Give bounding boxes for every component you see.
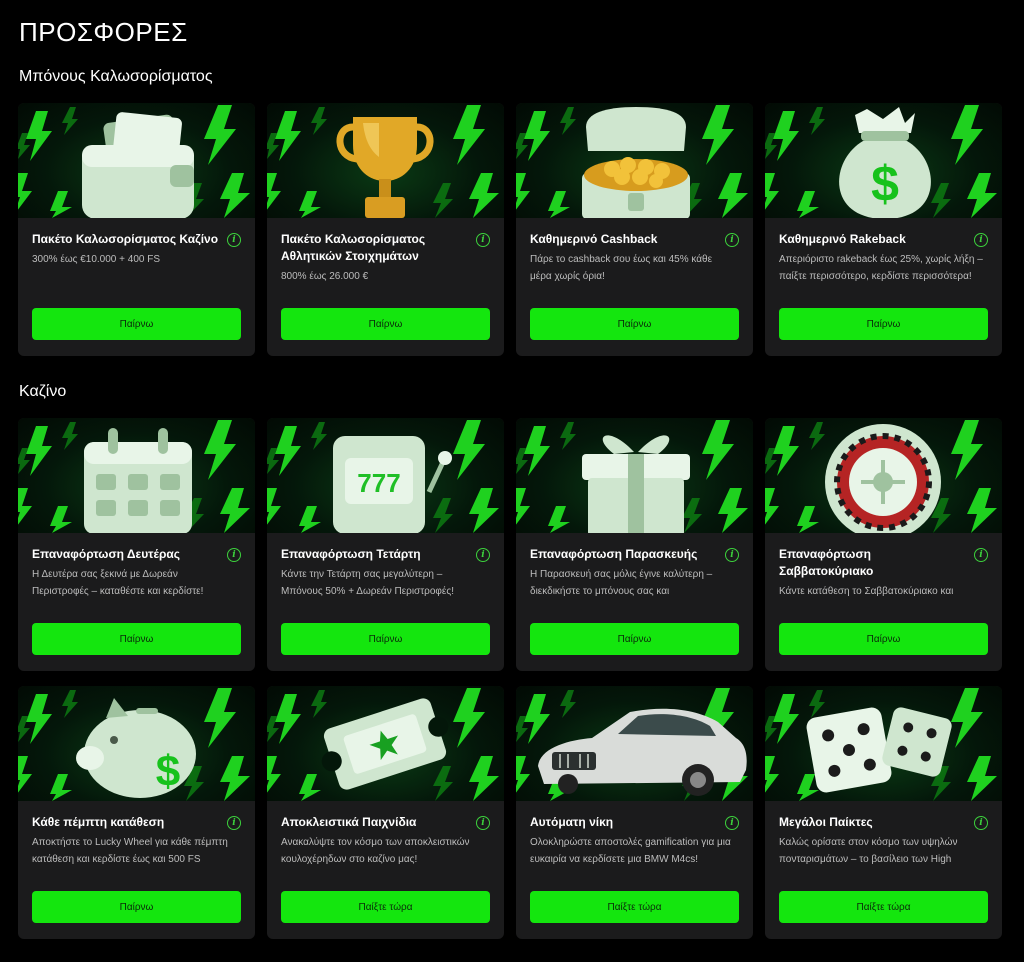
claim-button[interactable]: Παίρνω (530, 308, 739, 340)
section-title-casino: Καζίνο (19, 383, 67, 400)
card-description: Αποκτήστε το Lucky Wheel για κάθε πέμπτη… (32, 837, 228, 865)
promo-card-ticket: Αποκλειστικά Παιχνίδια i Ανακαλύψτε τον κό… (267, 686, 504, 939)
card-title: Αποκλειστικά Παιχνίδια (281, 815, 417, 829)
promo-card-gift: Επαναφόρτωση Παρασκευής i Η Παρασκευή σας … (516, 418, 753, 671)
promo-card-car: Αυτόματη νίκη i Ολοκληρώστε αποστολές gami… (516, 686, 753, 939)
promo-card-calendar: Επαναφόρτωση Δευτέρας i Η Δευτέρα σας ξεκι… (18, 418, 255, 671)
claim-button[interactable]: Παίρνω (779, 623, 988, 655)
info-icon[interactable]: i (725, 548, 739, 562)
card-description: Η Δευτέρα σας ξεκινά με Δωρεάν Περιστροφ… (32, 569, 204, 597)
claim-button[interactable]: Παίξτε τώρα (281, 891, 490, 923)
roulette-icon (825, 424, 941, 533)
treasure-chest-icon (582, 107, 690, 218)
info-icon[interactable]: i (725, 233, 739, 247)
claim-button[interactable]: Παίξτε τώρα (530, 891, 739, 923)
dice-icon (806, 707, 952, 793)
card-description: Η Παρασκευή σας μόλις έγινε καλύτερη – δ… (530, 569, 713, 597)
claim-button[interactable]: Παίρνω (281, 308, 490, 340)
svg-text:777: 777 (357, 468, 400, 498)
car-banner (516, 686, 753, 801)
card-title: Καθημερινό Rakeback (779, 232, 906, 246)
money-bag-icon: $ (839, 107, 931, 218)
card-description: Κάντε την Τετάρτη σας μεγαλύτερη – Μπόνο… (281, 569, 454, 597)
trophy-icon (336, 117, 434, 218)
card-description: Ανακαλύψτε τον κόσμο των αποκλειστικών κ… (281, 837, 470, 865)
info-icon[interactable]: i (476, 233, 490, 247)
gift-icon (582, 435, 690, 533)
info-icon[interactable]: i (974, 816, 988, 830)
card-title: Μεγάλοι Παίκτες (779, 815, 873, 829)
trophy-banner (267, 103, 504, 218)
card-description: Κάντε κατάθεση το Σαββατοκύριακο και κερ… (779, 586, 954, 597)
card-description: 800% έως 26.000 € (281, 271, 369, 282)
card-title: Κάθε πέμπτη κατάθεση (32, 815, 165, 829)
gift-banner (516, 418, 753, 533)
info-icon[interactable]: i (974, 548, 988, 562)
promo-card-treasure-chest: Καθημερινό Cashback i Πάρε το cashback σου… (516, 103, 753, 356)
welcome-offers-grid: Πακέτο Καλωσορίσματος Καζίνο i 300% έως €1… (18, 103, 1002, 356)
calendar-icon (84, 428, 192, 533)
info-icon[interactable]: i (476, 816, 490, 830)
calendar-banner (18, 418, 255, 533)
promo-card-money-bag: $ Καθημερινό Rakeback i Απεριόριστο rakebac… (765, 103, 1002, 356)
promo-card-dice: Μεγάλοι Παίκτες i Καλώς ορίσατε στον κόσμο… (765, 686, 1002, 939)
card-description: Καλώς ορίσατε στον κόσμο των υψηλών ποντ… (779, 837, 958, 865)
card-description: 300% έως €10.000 + 400 FS (32, 254, 161, 265)
svg-text:$: $ (871, 156, 899, 212)
ticket-banner (267, 686, 504, 801)
card-title: Επαναφόρτωση Τετάρτη (281, 547, 421, 561)
card-title: Πακέτο Καλωσορίσματος Καζίνο (32, 232, 219, 246)
promo-card-trophy: Πακέτο Καλωσορίσματος Αθλητικών Στοιχημά… (267, 103, 504, 356)
info-icon[interactable]: i (476, 548, 490, 562)
roulette-banner (765, 418, 1002, 533)
promo-card-slot-machine: 777 Επαναφόρτωση Τετάρτη i Κάντε την Τετάρ… (267, 418, 504, 671)
card-description: Ολοκληρώστε αποστολές gamification για μ… (530, 837, 731, 865)
promo-card-roulette: Επαναφόρτωση Σαββατοκύριακο i Κάντε κατάθε… (765, 418, 1002, 671)
card-title: Πακέτο Καλωσορίσματος Αθλητικών Στοιχημά… (281, 232, 426, 263)
claim-button[interactable]: Παίρνω (530, 623, 739, 655)
claim-button[interactable]: Παίρνω (779, 308, 988, 340)
info-icon[interactable]: i (725, 816, 739, 830)
piggy-bank-banner: $ (18, 686, 255, 801)
wallet-icon (82, 112, 194, 218)
info-icon[interactable]: i (227, 816, 241, 830)
card-description: Πάρε το cashback σου έως και 45% κάθε μέ… (530, 254, 713, 282)
card-title: Καθημερινό Cashback (530, 232, 658, 246)
claim-button[interactable]: Παίξτε τώρα (779, 891, 988, 923)
piggy-bank-icon: $ (76, 698, 196, 798)
card-title: Επαναφόρτωση Δευτέρας (32, 547, 180, 561)
claim-button[interactable]: Παίρνω (32, 623, 241, 655)
claim-button[interactable]: Παίρνω (32, 891, 241, 923)
casino-offers-grid: Επαναφόρτωση Δευτέρας i Η Δευτέρα σας ξεκι… (18, 418, 1002, 939)
slot-machine-icon: 777 (333, 436, 452, 533)
svg-text:$: $ (156, 747, 180, 796)
slot-machine-banner: 777 (267, 418, 504, 533)
card-description: Απεριόριστο rakeback έως 25%, χωρίς λήξη… (779, 254, 983, 282)
dice-banner (765, 686, 1002, 801)
treasure-chest-banner (516, 103, 753, 218)
info-icon[interactable]: i (227, 233, 241, 247)
card-title: Αυτόματη νίκη (530, 815, 614, 829)
info-icon[interactable]: i (227, 548, 241, 562)
claim-button[interactable]: Παίρνω (281, 623, 490, 655)
ticket-icon (321, 698, 449, 790)
info-icon[interactable]: i (974, 233, 988, 247)
promo-card-piggy-bank: $ Κάθε πέμπτη κατάθεση i Αποκτήστε το Lucky… (18, 686, 255, 939)
money-bag-banner: $ (765, 103, 1002, 218)
section-title-welcome: Μπόνους Καλωσορίσματος (19, 68, 213, 85)
page-title: ΠΡΟΣΦΟΡΕΣ (19, 17, 188, 47)
card-title: Επαναφόρτωση Σαββατοκύριακο (779, 547, 874, 578)
wallet-banner (18, 103, 255, 218)
car-icon (538, 708, 747, 796)
card-title: Επαναφόρτωση Παρασκευής (530, 547, 698, 561)
promo-card-wallet: Πακέτο Καλωσορίσματος Καζίνο i 300% έως €1… (18, 103, 255, 356)
claim-button[interactable]: Παίρνω (32, 308, 241, 340)
